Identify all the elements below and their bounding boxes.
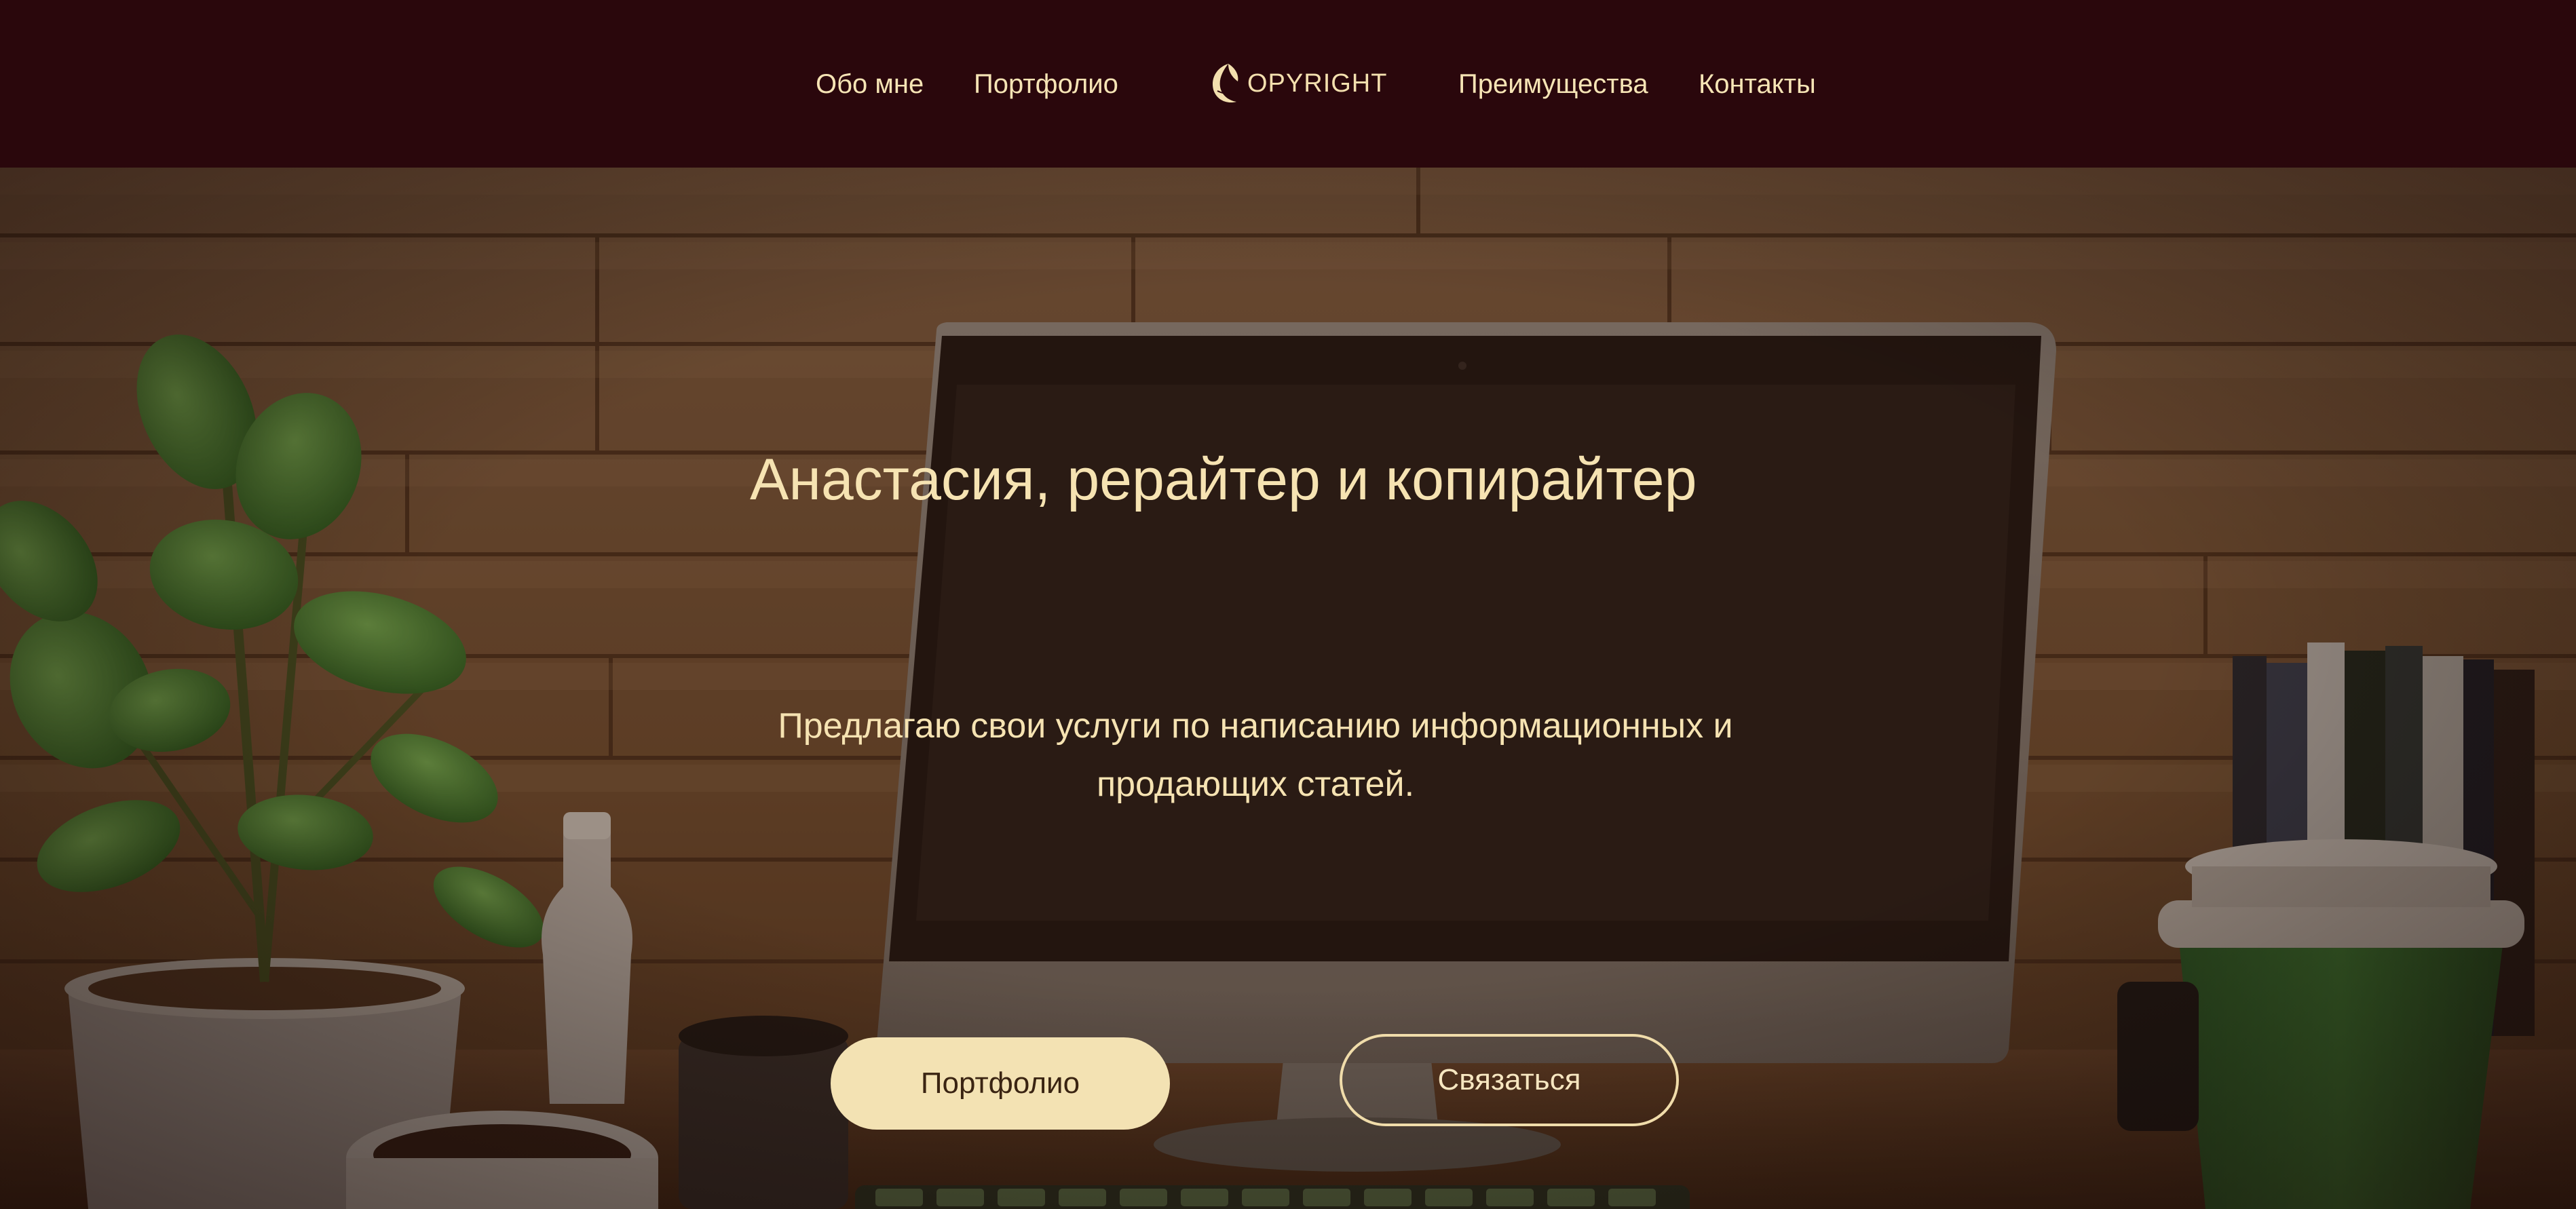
nav-link-portfolio[interactable]: Портфолио (974, 66, 1118, 102)
hero-subtitle: Предлагаю свои услуги по написанию инфор… (778, 706, 1733, 804)
portfolio-button[interactable]: Портфолио (831, 1037, 1170, 1130)
hero-background-image (0, 168, 2576, 1209)
nav-link-contacts[interactable]: Контакты (1699, 66, 1816, 102)
site-logo[interactable]: OPYRIGHT (1208, 60, 1387, 107)
contact-button[interactable]: Связаться (1340, 1034, 1679, 1126)
leaf-c-logo-icon (1212, 64, 1238, 103)
nav-link-advantages[interactable]: Преимущества (1458, 66, 1648, 102)
hero-section: Анастасия, рерайтер и копирайтер Предлаг… (0, 168, 2576, 1209)
nav-link-about[interactable]: Обо мне (816, 66, 924, 102)
hero-title: Анастасия, рерайтер и копирайтер (750, 447, 1697, 512)
site-header: Обо мне Портфолио OPYRIGHT Преимущества … (0, 0, 2576, 168)
logo-text: OPYRIGHT (1247, 69, 1388, 98)
